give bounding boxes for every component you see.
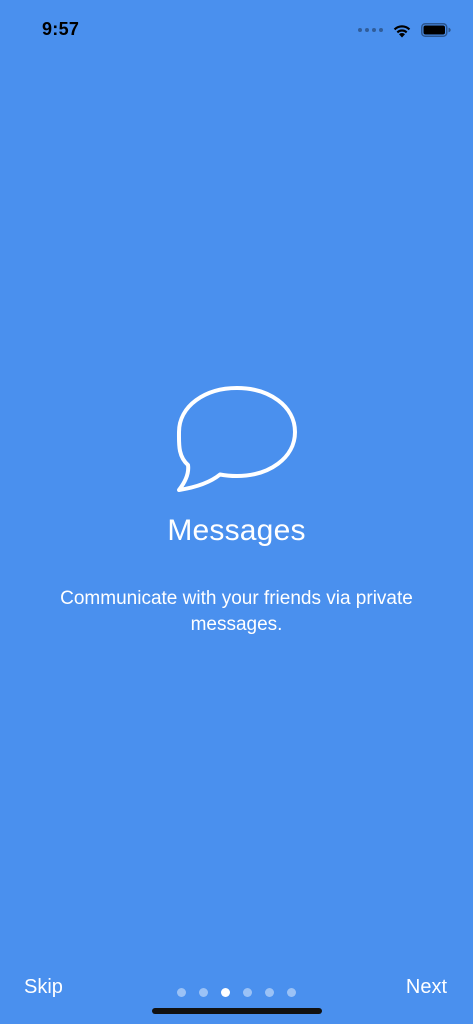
cellular-signal-icon bbox=[358, 28, 383, 32]
status-time: 9:57 bbox=[42, 19, 80, 39]
page-dot[interactable] bbox=[287, 988, 296, 997]
page-dot[interactable] bbox=[199, 988, 208, 997]
page-dot[interactable] bbox=[243, 988, 252, 997]
battery-icon bbox=[421, 23, 451, 37]
status-icons bbox=[358, 20, 451, 40]
next-button[interactable]: Next bbox=[406, 976, 447, 999]
wifi-icon bbox=[393, 25, 411, 38]
onboarding-feature: Messages Communicate with your friends v… bbox=[0, 380, 473, 638]
onboarding-screen: 9:57 Messages Communicate with your frie… bbox=[0, 0, 473, 1024]
onboarding-controls: Skip Next bbox=[0, 968, 473, 1008]
page-dot[interactable] bbox=[265, 988, 274, 997]
status-bar: 9:57 bbox=[0, 0, 473, 60]
feature-title: Messages bbox=[167, 514, 306, 547]
speech-bubble-icon bbox=[176, 386, 297, 492]
home-indicator[interactable] bbox=[152, 1008, 322, 1014]
feature-description: Communicate with your friends via privat… bbox=[60, 588, 413, 635]
page-dot-active[interactable] bbox=[221, 988, 230, 997]
page-dot[interactable] bbox=[177, 988, 186, 997]
page-indicator[interactable] bbox=[0, 988, 473, 997]
